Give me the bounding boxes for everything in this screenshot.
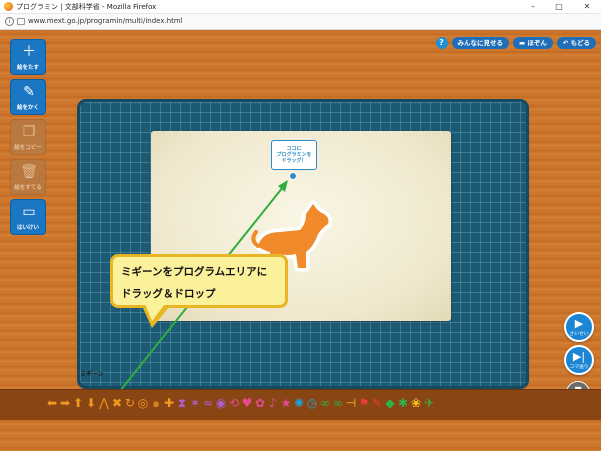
wave-icon[interactable]: ≈	[202, 393, 214, 413]
callout-tail-inner	[145, 304, 165, 321]
page-info-icon[interactable]: i	[5, 17, 14, 26]
copy-picture-label: 絵をコピー	[14, 145, 42, 151]
grow-icon[interactable]: ✚	[163, 393, 175, 413]
spin-icon[interactable]: ◎	[137, 393, 149, 413]
shrink-icon[interactable]: ✖	[111, 393, 123, 413]
program-drop-zone[interactable]: ココに プログラミンを ドラッグ！	[271, 140, 317, 170]
right-arrow-hand-icon[interactable]: ➡	[59, 393, 71, 413]
apple-plus-icon: ＋	[22, 44, 36, 60]
left-arrow-icon[interactable]: ⬅	[46, 393, 58, 413]
top-buttons: ? みんなに見せる ▬ ほぞん ↶ もどる	[435, 37, 596, 49]
delete-picture-label: 絵をすてる	[14, 185, 42, 191]
step-icon: ▶|	[572, 350, 586, 363]
up-arrow-icon[interactable]: ⬆	[72, 393, 84, 413]
add-picture-button[interactable]: ＋ 絵をたす	[10, 39, 46, 75]
pencil-icon: ✎	[23, 84, 35, 100]
fish-icon[interactable]: ◆	[384, 393, 396, 413]
close-window-button[interactable]: ✕	[575, 0, 599, 14]
background-icon: ▭	[22, 204, 36, 220]
back-button[interactable]: ↶ もどる	[556, 37, 596, 49]
jump-icon[interactable]: ⋀	[98, 393, 110, 413]
instruction-callout: ミギーンをプログラムエリアに ドラッグ＆ドロップ	[110, 254, 288, 308]
drop-hint-line-3: ドラッグ！	[281, 158, 307, 164]
draw-picture-label: 絵をかく	[16, 105, 39, 111]
bug-icon[interactable]: ✱	[397, 393, 409, 413]
left-toolbar: ＋ 絵をたす ✎ 絵をかく ❐ 絵をコピー 🗑 絵をすてる ▭ はいけい	[10, 39, 46, 239]
draw-picture-button[interactable]: ✎ 絵をかく	[10, 79, 46, 115]
infinity-icon[interactable]: ∞	[319, 393, 331, 413]
flower-icon[interactable]: ❀	[410, 393, 422, 413]
background-label: はいけい	[16, 225, 39, 231]
play-button[interactable]: ▶ さいせい	[564, 312, 594, 342]
page-lock-icon[interactable]	[17, 18, 25, 25]
add-picture-label: 絵をたす	[16, 65, 39, 71]
trash-icon: 🗑	[20, 164, 38, 180]
spiral-icon[interactable]: ◉	[215, 393, 227, 413]
window-title: プログラミン | 文部科学省 - Mozilla Firefox	[16, 3, 157, 11]
music-note-icon[interactable]: ♪	[267, 393, 279, 413]
address-bar[interactable]: i www.mext.go.jp/programin/multi/index.h…	[0, 14, 601, 30]
hourglass-icon[interactable]: ⧗	[176, 393, 188, 413]
share-button[interactable]: みんなに見せる	[451, 37, 509, 49]
star-icon[interactable]: ★	[280, 393, 292, 413]
down-arrow-icon[interactable]: ⬇	[85, 393, 97, 413]
callout-line-2: ドラッグ＆ドロップ	[121, 288, 216, 300]
callout-line-1: ミギーンをプログラムエリアに	[121, 266, 268, 278]
clock-icon[interactable]: ◷	[306, 393, 318, 413]
programin-palette: ⬅ ➡ ⬆ ⬇ ⋀ ✖ ↻ ◎ ๑ ✚ ⧗ ✶ ≈ ◉ ⟲ ♥ ✿ ♪ ★ ✺ ◷ ∞ ∞ ⊣ ⚑ ✎ ◆ ✱ ❀ ✈	[46, 392, 576, 414]
bubble-icon[interactable]: ✿	[254, 393, 266, 413]
play-label: さいせい	[569, 332, 589, 337]
end-icon[interactable]: ⊣	[345, 393, 357, 413]
url-text[interactable]: www.mext.go.jp/programin/multi/index.htm…	[28, 17, 183, 25]
save-button-label: ほぞん	[527, 39, 547, 47]
dock-tooltip: ミギーン	[80, 371, 104, 378]
save-button[interactable]: ▬ ほぞん	[513, 37, 553, 49]
swirl-icon[interactable]: ๑	[150, 393, 162, 413]
scatter-icon[interactable]: ✶	[189, 393, 201, 413]
rotate-icon[interactable]: ↻	[124, 393, 136, 413]
drop-zone-connector-icon	[289, 172, 297, 180]
delete-picture-button[interactable]: 🗑 絵をすてる	[10, 159, 46, 195]
bird-icon[interactable]: ✈	[423, 393, 435, 413]
firefox-icon	[4, 2, 13, 11]
back-arrow-icon: ↶	[562, 39, 571, 47]
double-loop-icon[interactable]: ∞	[332, 393, 344, 413]
step-button[interactable]: ▶| コマ送り	[564, 345, 594, 375]
message-icon[interactable]: ✎	[371, 393, 383, 413]
sparkle-icon[interactable]: ✺	[293, 393, 305, 413]
step-label: コマ送り	[569, 365, 589, 370]
copy-picture-button[interactable]: ❐ 絵をコピー	[10, 119, 46, 155]
minimize-button[interactable]: –	[521, 0, 545, 14]
loop-icon[interactable]: ⟲	[228, 393, 240, 413]
play-icon: ▶	[574, 317, 584, 330]
window-titlebar: プログラミン | 文部科学省 - Mozilla Firefox – □ ✕	[0, 0, 601, 14]
flag-icon[interactable]: ⚑	[358, 393, 370, 413]
back-button-label: もどる	[570, 39, 590, 47]
help-button[interactable]: ?	[435, 37, 448, 49]
background-button[interactable]: ▭ はいけい	[10, 199, 46, 235]
heart-icon[interactable]: ♥	[241, 393, 253, 413]
maximize-button[interactable]: □	[547, 0, 571, 14]
copy-icon: ❐	[22, 124, 36, 140]
